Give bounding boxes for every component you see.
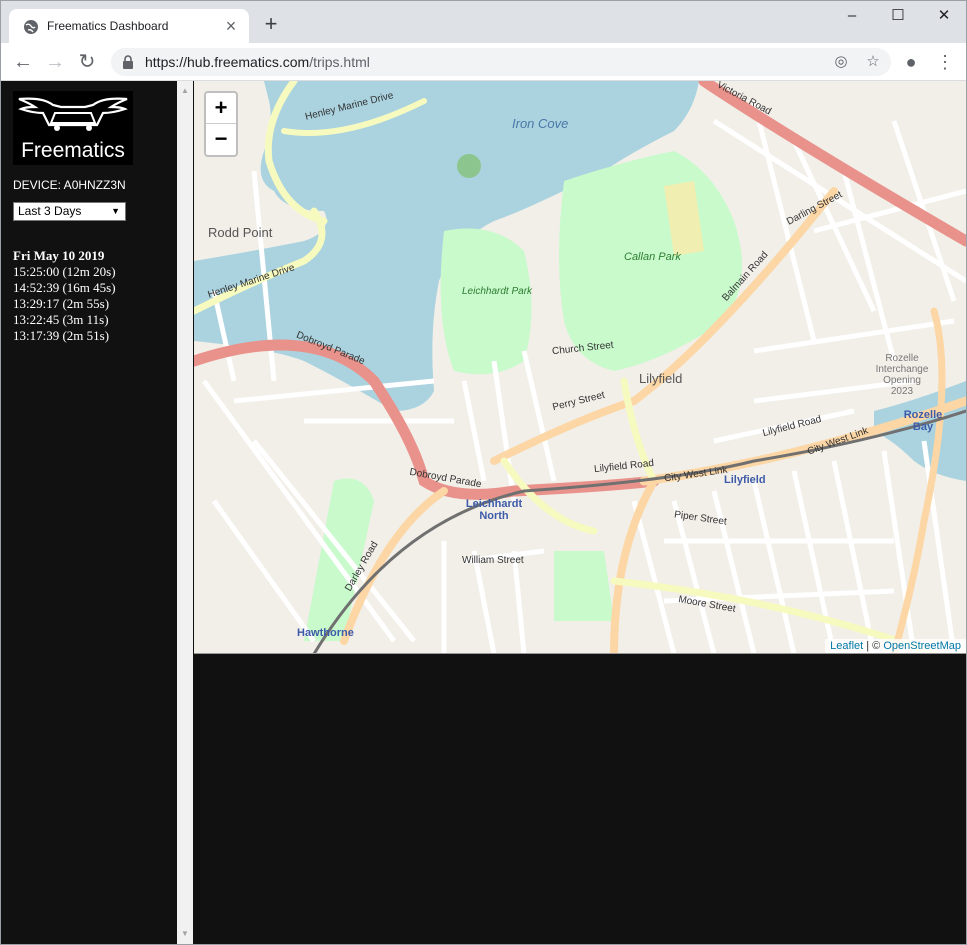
map-view[interactable]: Iron Cove Rodd Point Callan Park Leichha… (194, 81, 966, 654)
openstreetmap-link[interactable]: OpenStreetMap (883, 640, 961, 652)
maximize-icon[interactable]: ☐ (876, 5, 920, 29)
new-tab-button[interactable]: + (259, 13, 283, 37)
map-label-leichhardt-north: Leichhardt North (465, 498, 523, 522)
close-tab-icon[interactable]: × (221, 16, 241, 36)
vertical-scrollbar[interactable]: ▲ ▼ (177, 81, 193, 944)
zoom-control: + − (204, 91, 238, 157)
dropdown-arrow-icon: ▼ (111, 206, 120, 216)
tab-freematics-dashboard[interactable]: Freematics Dashboard × (9, 9, 249, 43)
map-label-rozelle-bay: Rozelle Bay (903, 409, 943, 433)
scroll-down-icon[interactable]: ▼ (177, 926, 193, 942)
map-tiles (194, 81, 966, 653)
profile-icon[interactable]: ● (899, 50, 923, 74)
page-content: Freematics DEVICE: A0HNZZ3N Last 3 Days … (1, 81, 966, 944)
map-label-hawthorne: Hawthorne (297, 627, 354, 639)
map-label-callan-park: Callan Park (624, 251, 681, 263)
map-label-lilyfield: Lilyfield (639, 371, 683, 386)
freematics-logo: Freematics (13, 91, 133, 165)
attribution-separator: | © (863, 640, 884, 652)
globe-icon (24, 20, 38, 34)
close-window-icon[interactable]: ✕ (922, 5, 966, 29)
zoom-in-button[interactable]: + (206, 93, 236, 124)
zoom-out-button[interactable]: − (206, 124, 236, 155)
tab-title: Freematics Dashboard (47, 19, 169, 33)
trip-item[interactable]: 13:29:17 (2m 55s) (13, 296, 116, 312)
reload-icon[interactable]: ↻ (74, 49, 100, 75)
map-label-iron-cove: Iron Cove (512, 116, 569, 131)
menu-dots-icon[interactable]: ⋮ (933, 50, 957, 74)
browser-window: Freematics Dashboard × + – ☐ ✕ ← → ↻ htt… (0, 0, 967, 945)
map-label-rodd-point: Rodd Point (208, 225, 273, 240)
trip-date-heading: Fri May 10 2019 (13, 248, 105, 263)
map-attribution: Leaflet | © OpenStreetMap (825, 639, 966, 653)
map-label-william-street: William Street (462, 555, 524, 566)
chart-area (194, 655, 966, 944)
address-bar[interactable]: https://hub.freematics.com/trips.html ◎ … (111, 48, 891, 76)
logo-text: Freematics (21, 139, 125, 162)
trip-item[interactable]: 15:25:00 (12m 20s) (13, 264, 116, 280)
map-label-lilyfield-station: Lilyfield (724, 474, 766, 486)
leaflet-link[interactable]: Leaflet (830, 640, 863, 652)
date-range-value: Last 3 Days (18, 204, 82, 218)
lock-icon (123, 55, 133, 69)
trip-item[interactable]: 14:52:39 (16m 45s) (13, 280, 116, 296)
scroll-up-icon[interactable]: ▲ (177, 83, 193, 99)
minimize-icon[interactable]: – (830, 5, 874, 29)
browser-toolbar: ← → ↻ https://hub.freematics.com/trips.h… (1, 43, 966, 81)
trip-item[interactable]: 13:22:45 (3m 11s) (13, 312, 116, 328)
date-range-select[interactable]: Last 3 Days ▼ (13, 202, 126, 221)
device-id: DEVICE: A0HNZZ3N (13, 178, 126, 192)
location-icon[interactable]: ◎ (831, 52, 851, 72)
tab-strip: Freematics Dashboard × + – ☐ ✕ (1, 1, 966, 43)
url-path: /trips.html (309, 54, 370, 70)
back-arrow-icon[interactable]: ← (10, 49, 36, 75)
star-icon[interactable]: ☆ (863, 52, 883, 72)
map-label-rozelle-interchange: Rozelle Interchange Opening 2023 (875, 353, 929, 397)
winged-car-icon: Freematics (18, 97, 128, 162)
url-text: https://hub.freematics.com/trips.html (145, 54, 370, 70)
sidebar: Freematics DEVICE: A0HNZZ3N Last 3 Days … (1, 81, 177, 944)
trip-item[interactable]: 13:17:39 (2m 51s) (13, 328, 116, 344)
map-label-leichhardt-park: Leichhardt Park (462, 286, 533, 297)
url-host: https://hub.freematics.com (145, 54, 310, 70)
forward-arrow-icon[interactable]: → (42, 49, 68, 75)
trip-list: 15:25:00 (12m 20s) 14:52:39 (16m 45s) 13… (13, 264, 116, 344)
